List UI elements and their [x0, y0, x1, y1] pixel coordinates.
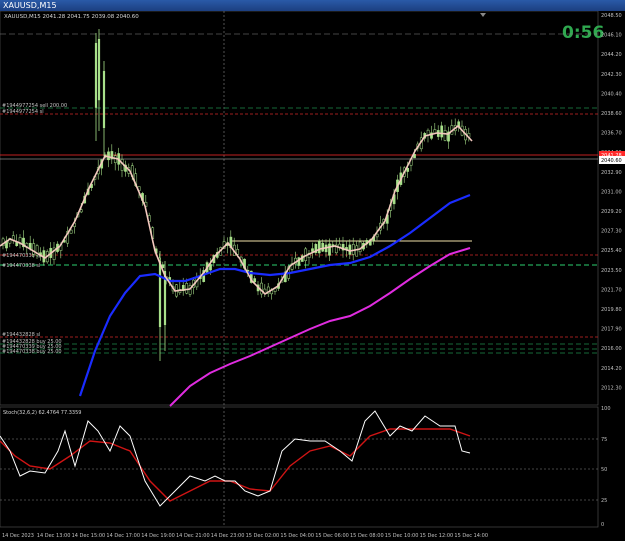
current-price-value: 2040.60 — [601, 158, 622, 164]
candle-body — [426, 129, 430, 136]
price-axis-label: 2019.80 — [601, 307, 622, 313]
stoch-panel — [0, 406, 599, 528]
price-axis-label: 2044.20 — [601, 52, 622, 58]
price-axis-label: 2048.50 — [601, 13, 622, 19]
time-axis: 14 Dec 2023 14 Dec 13:00 14 Dec 15:00 14 De… — [2, 533, 488, 539]
order-label: #194432828 sl — [2, 332, 40, 338]
price-axis-label: 2027.30 — [601, 229, 622, 235]
stoch-axis-label: 100 — [601, 406, 611, 412]
price-axis-label: 2012.30 — [601, 385, 622, 391]
candle-body — [317, 240, 321, 254]
time-axis-label: 15 Dec 02:00 — [246, 533, 280, 539]
price-axis-label: 2021.70 — [601, 287, 622, 293]
candle-body — [440, 125, 444, 138]
window-title: XAUUSD,M15 — [3, 1, 57, 10]
time-axis-label: 14 Dec 2023 — [2, 533, 34, 539]
candle-body — [97, 39, 101, 101]
candle-body — [433, 129, 437, 134]
symbol-info: XAUUSD,M15 2041.28 2041.75 2039.08 2040.… — [4, 14, 139, 20]
stoch-label: Stoch(32,6,2) 62.4764 77.3359 — [3, 410, 81, 416]
candle-body — [32, 243, 36, 255]
order-label: #194470338 sl — [2, 263, 40, 269]
candle-body — [158, 261, 162, 327]
candle-body — [443, 130, 447, 141]
candle-body — [253, 278, 257, 283]
price-axis-label: 2025.40 — [601, 248, 622, 254]
candle-body — [311, 248, 314, 252]
stoch-axis: 100 75 50 25 0 — [601, 406, 611, 528]
price-axis-label: 2017.90 — [601, 327, 622, 333]
price-axis-label: 2036.70 — [601, 131, 622, 137]
candle-body — [351, 244, 355, 255]
stoch-axis-label: 25 — [601, 498, 607, 504]
price-axis-label: 2023.50 — [601, 268, 622, 274]
time-axis-label: 14 Dec 19:00 — [141, 533, 175, 539]
candle-body — [348, 244, 352, 255]
bar-countdown: 0:56 — [562, 23, 604, 43]
time-axis-label: 15 Dec 08:00 — [350, 533, 384, 539]
time-axis-label: 14 Dec 13:00 — [37, 533, 71, 539]
trading-chart[interactable]: XAUUSD,M15 2041.28 2041.75 2039.08 2040.… — [0, 11, 625, 541]
candle-body — [375, 233, 379, 238]
price-axis-label: 2032.90 — [601, 170, 622, 176]
time-axis-label: 15 Dec 04:00 — [280, 533, 314, 539]
price-axis: 2048.50 2046.10 2044.20 2042.30 2040.40 2038.… — [601, 13, 622, 391]
candle-body — [69, 229, 73, 234]
price-axis-label: 2046.10 — [601, 33, 622, 39]
candle-body — [355, 245, 359, 257]
price-panel — [0, 11, 599, 406]
stoch-axis-label: 50 — [601, 467, 607, 473]
candle-body — [328, 243, 331, 256]
price-axis-label: 2042.30 — [601, 72, 622, 78]
time-axis-label: 15 Dec 06:00 — [315, 533, 349, 539]
time-axis-label: 14 Dec 17:00 — [106, 533, 140, 539]
time-axis-label: 14 Dec 15:00 — [72, 533, 106, 539]
time-axis-label: 15 Dec 10:00 — [385, 533, 419, 539]
time-axis-label: 14 Dec 23:00 — [211, 533, 245, 539]
candle-body — [94, 43, 98, 108]
candle-body — [321, 242, 325, 252]
stoch-axis-label: 75 — [601, 437, 607, 443]
price-axis-label: 2014.20 — [601, 366, 622, 372]
price-axis-label: 2031.00 — [601, 189, 622, 195]
time-axis-label: 14 Dec 21:00 — [176, 533, 210, 539]
stoch-axis-label: 0 — [601, 522, 604, 528]
price-axis-label: 2029.20 — [601, 209, 622, 215]
price-axis-label: 2016.00 — [601, 346, 622, 352]
window-title-bar[interactable]: XAUUSD,M15 — [0, 0, 625, 11]
candle-body — [185, 283, 189, 294]
order-label: #1944977254 sl — [2, 109, 44, 115]
price-axis-label: 2038.60 — [601, 111, 622, 117]
price-axis-label: 2040.40 — [601, 91, 622, 97]
order-label: #194470338 tp — [2, 253, 42, 259]
candle-body — [358, 241, 362, 253]
candle-body — [102, 71, 106, 128]
order-label: #194470338 buy 25.00 — [2, 349, 62, 355]
time-axis-label: 15 Dec 14:00 — [454, 533, 488, 539]
time-axis-label: 15 Dec 12:00 — [420, 533, 454, 539]
